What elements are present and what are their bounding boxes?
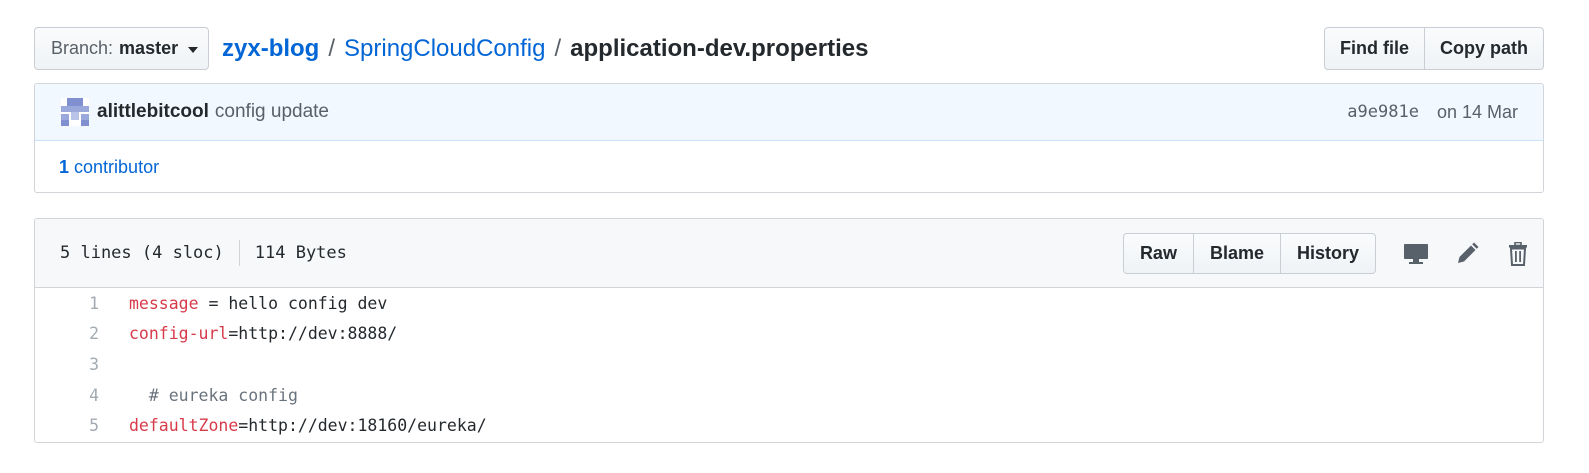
file-info: 5 lines (4 sloc) 114 Bytes [60,240,347,266]
property-key: defaultZone [129,416,239,436]
trash-icon[interactable] [1492,233,1543,274]
commit-tease: alittlebitcool config update a9e981e on … [35,84,1543,141]
line-number[interactable]: 1 [35,294,99,313]
blame-button[interactable]: Blame [1192,234,1280,273]
property-key: config-url [129,324,229,344]
property-value: = hello config dev [198,293,388,313]
line-content: message = hello config dev [99,294,387,313]
breadcrumb-folder-link[interactable]: SpringCloudConfig [344,35,545,63]
file-nav-button-group: Find file Copy path [1324,27,1544,70]
file-header: 5 lines (4 sloc) 114 Bytes Raw Blame His… [35,219,1543,288]
breadcrumb-repo-link[interactable]: zyx-blog [222,35,319,63]
line-content: defaultZone=http://dev:18160/eureka/ [99,416,487,435]
file-lines-info: 5 lines (4 sloc) [60,243,224,263]
commit-author-link[interactable]: alittlebitcool [97,101,209,123]
breadcrumb-separator: / [554,35,562,62]
file-size: 114 Bytes [254,243,347,263]
file-view-button-group: Raw Blame History [1122,233,1376,274]
caret-down-icon [188,46,199,53]
code-line: 1 message = hello config dev [35,288,1543,319]
contributors-row: 1 contributor [35,141,1543,192]
contributors-label: contributor [74,156,160,177]
line-number[interactable]: 4 [35,386,99,405]
divider [238,240,240,266]
commit-date: on 14 Mar [1436,101,1518,122]
commit-info-box: alittlebitcool config update a9e981e on … [34,83,1544,193]
breadcrumb: zyx-blog / SpringCloudConfig / applicati… [222,32,868,66]
copy-path-button[interactable]: Copy path [1424,28,1543,69]
property-value: =http://dev:18160/eureka/ [238,416,487,436]
property-key: message [129,293,199,313]
code-line: 2 config-url=http://dev:8888/ [35,319,1543,350]
code-table: 1 message = hello config dev 2 config-ur… [35,288,1543,441]
line-number[interactable]: 5 [35,416,99,435]
contributors-count: 1 [59,156,70,177]
commit-sha-link[interactable]: a9e981e [1347,102,1419,122]
file-viewer: 5 lines (4 sloc) 114 Bytes Raw Blame His… [34,218,1544,443]
breadcrumb-current-file: application-dev.properties [570,35,869,62]
desktop-icon[interactable] [1390,233,1441,274]
file-actions: Raw Blame History [1122,219,1543,288]
pencil-icon[interactable] [1441,233,1492,274]
code-line: 5 defaultZone=http://dev:18160/eureka/ [35,410,1543,441]
code-line: 4 # eureka config [35,380,1543,411]
branch-name: master [119,38,179,58]
property-value: =http://dev:8888/ [228,324,398,344]
breadcrumb-separator: / [328,35,336,62]
line-comment: # eureka config [129,385,298,405]
code-line: 3 [35,349,1543,380]
line-content: config-url=http://dev:8888/ [99,324,397,343]
branch-label: Branch: [51,38,114,58]
line-number[interactable]: 2 [35,324,99,343]
line-number[interactable]: 3 [35,355,99,374]
commit-meta: a9e981e on 14 Mar [1347,102,1518,123]
raw-button[interactable]: Raw [1124,234,1193,273]
branch-select-button[interactable]: Branch: master [34,27,209,70]
contributors-link[interactable]: 1 contributor [59,157,159,178]
commit-message-link[interactable]: config update [215,101,329,123]
avatar[interactable] [61,98,89,126]
history-button[interactable]: History [1279,234,1375,273]
find-file-button[interactable]: Find file [1325,28,1424,69]
